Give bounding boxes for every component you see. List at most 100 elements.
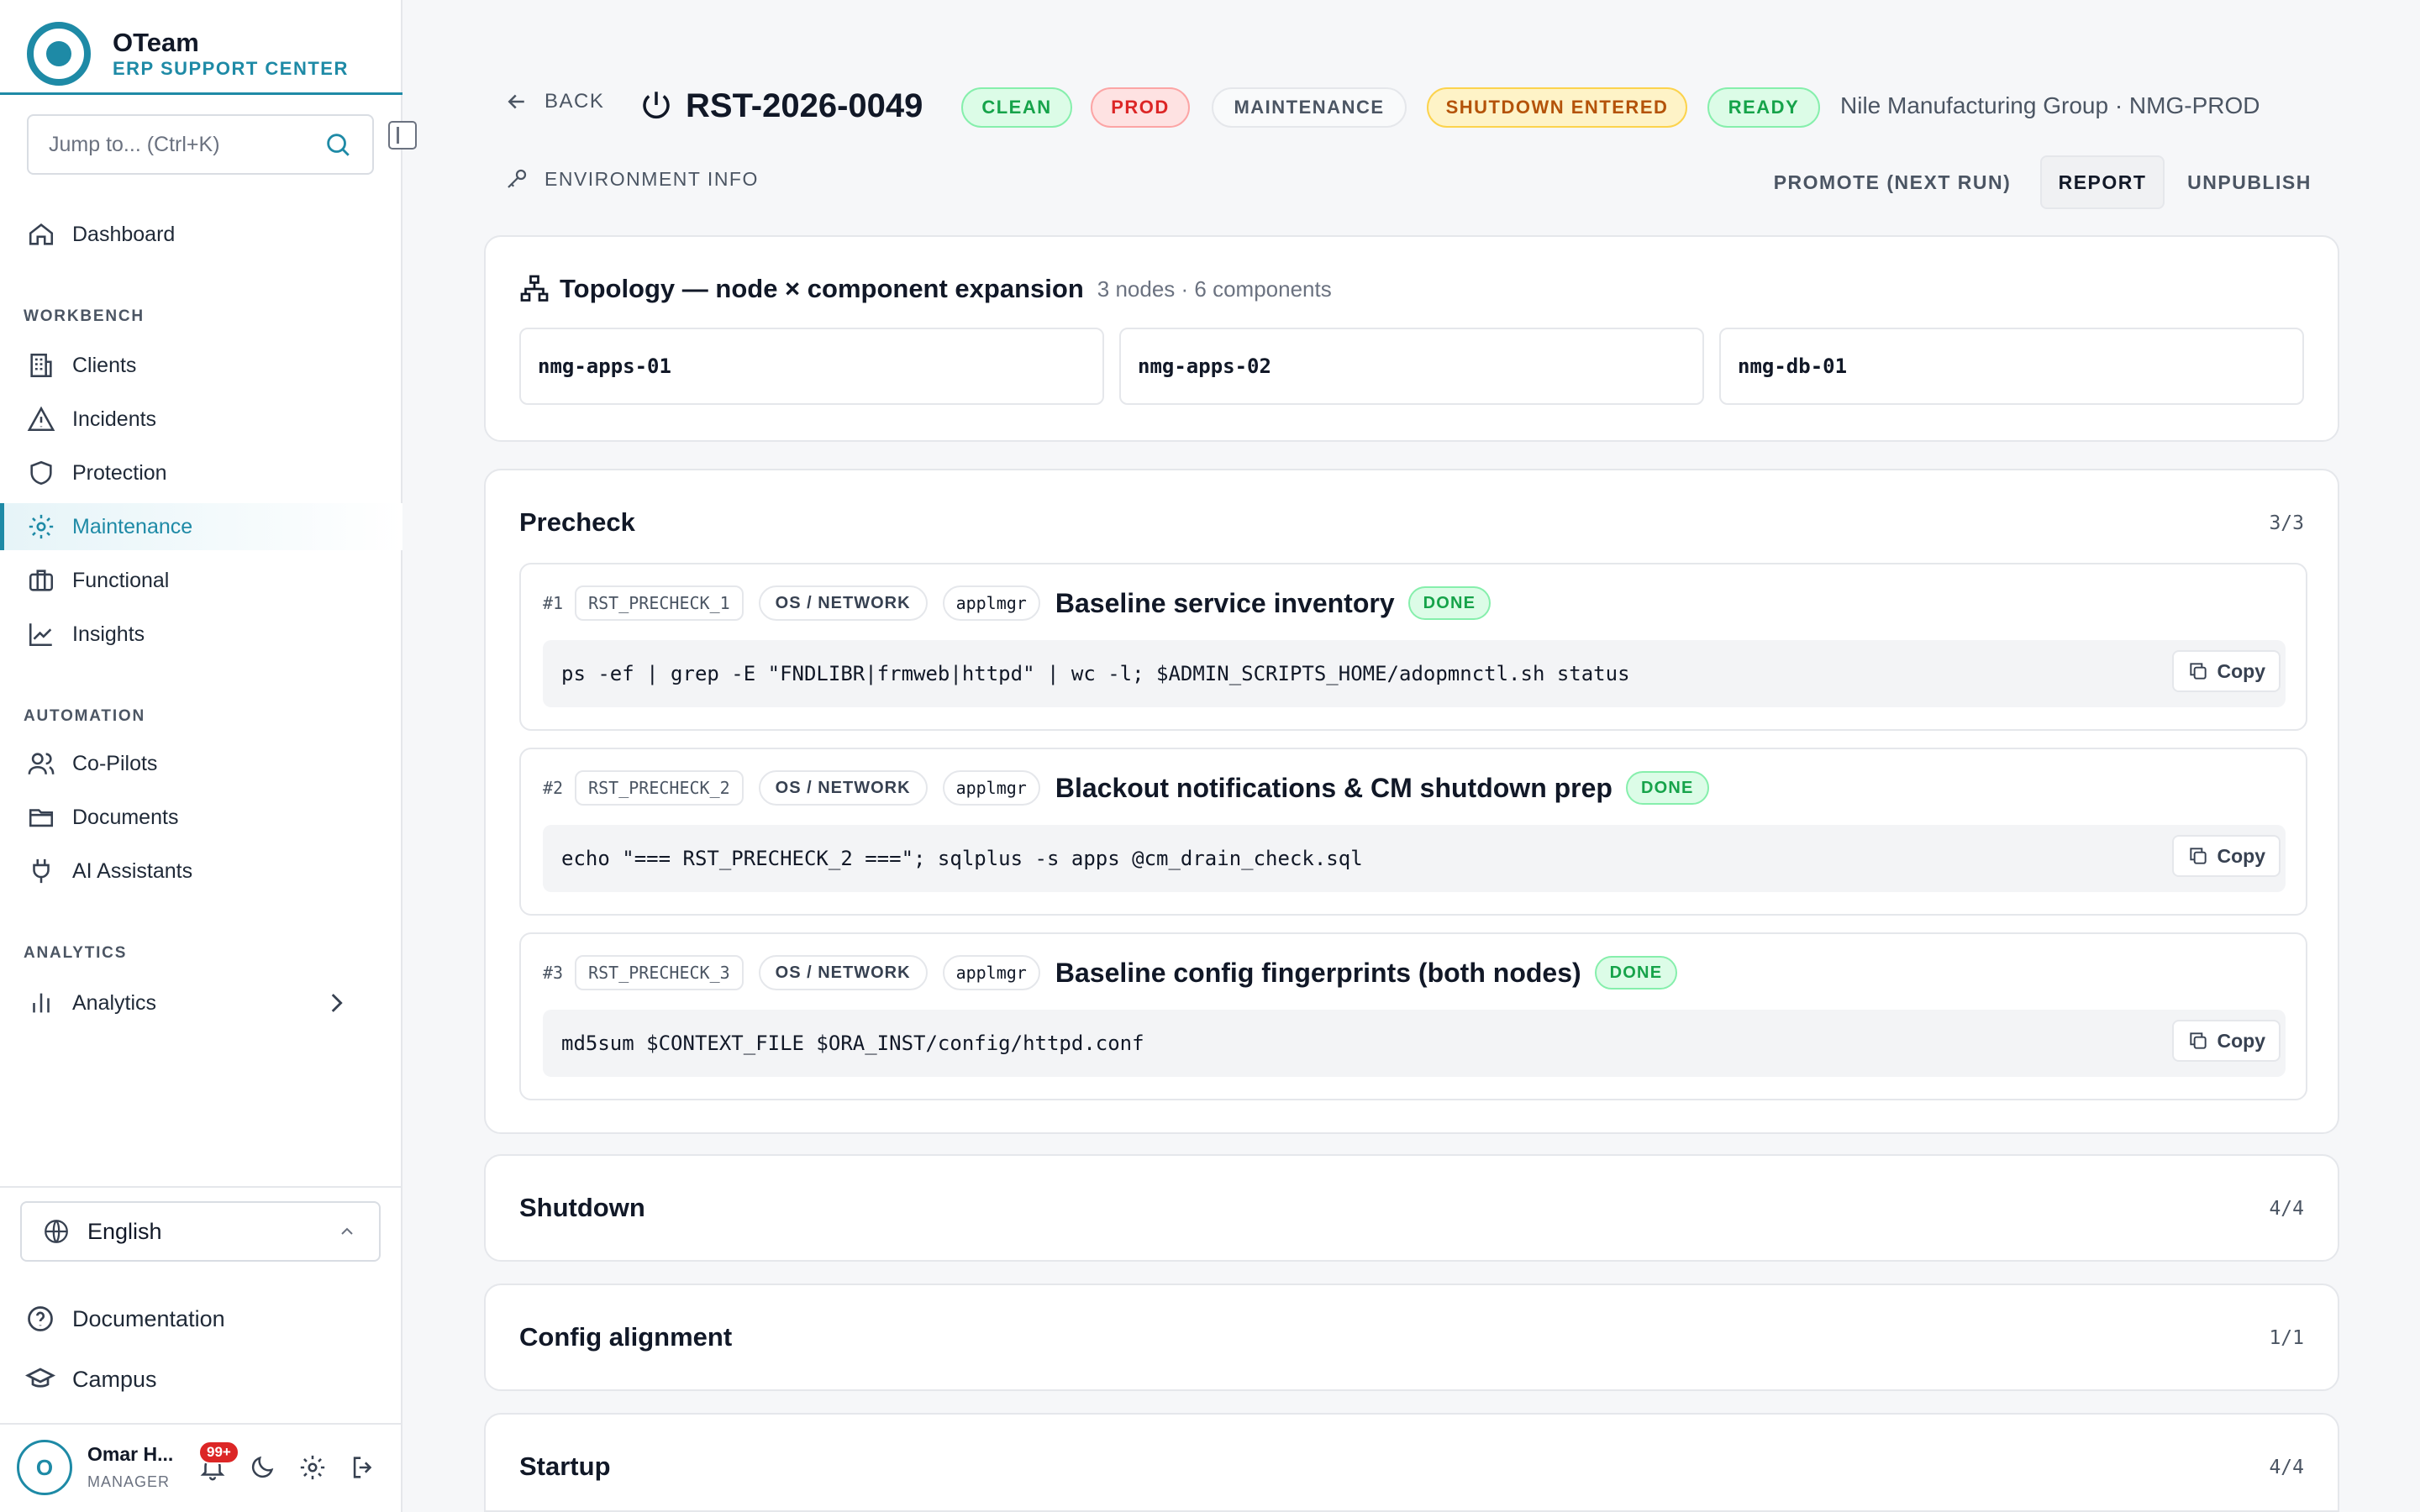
avatar[interactable]: O [17,1440,72,1495]
topology-count: 3 nodes · 6 components [1097,276,1332,302]
section-automation: AUTOMATION [24,707,146,725]
step-code: RST_PRECHECK_2 [575,770,744,806]
line-chart-icon [29,623,52,647]
section-title: Shutdown [519,1193,645,1222]
campus-link[interactable]: Campus [25,1356,157,1403]
step-card: #2 RST_PRECHECK_2 OS / NETWORK applmgr B… [519,748,2307,916]
section-title: Startup [519,1452,611,1481]
environment-info-button[interactable]: ENVIRONMENT INFO [504,166,759,192]
step-code: RST_PRECHECK_3 [575,955,744,990]
folder-icon [29,809,54,827]
logout-icon[interactable] [349,1453,377,1482]
copy-icon [2189,663,2207,680]
status-badge-maintenance: MAINTENANCE [1212,87,1407,128]
sidebar-item-ai-assistants[interactable]: AI Assistants [0,848,402,895]
command-block: ps -ef | grep -E "FNDLIBR|frmweb|httpd" … [543,640,2286,707]
step-user: applmgr [942,955,1040,990]
startup-section[interactable]: Startup 4/4 [484,1413,2339,1512]
copy-button[interactable]: Copy [2171,650,2281,692]
sidebar-item-label: Analytics [72,990,157,1015]
config-alignment-section[interactable]: Config alignment 1/1 [484,1284,2339,1391]
sidebar-item-co-pilots[interactable]: Co-Pilots [0,740,402,787]
documentation-link[interactable]: Documentation [25,1295,225,1342]
chevron-right-icon [331,994,343,1012]
copy-button[interactable]: Copy [2171,1020,2281,1062]
back-label: BACK [544,90,605,113]
power-icon [643,92,670,119]
brand-name: OTeam [113,28,199,57]
sidebar-item-maintenance[interactable]: Maintenance [0,503,402,550]
sidebar-item-analytics[interactable]: Analytics [0,979,402,1026]
command-block: md5sum $CONTEXT_FILE $ORA_INST/config/ht… [543,1010,2286,1077]
step-title: Baseline service inventory [1055,587,1395,618]
sidebar: OTeam ERP SUPPORT CENTER Jump to... (Ctr… [0,0,417,1512]
briefcase-icon [29,570,54,591]
environment-info-label: ENVIRONMENT INFO [544,167,759,190]
sidebar-item-dashboard[interactable]: Dashboard [0,211,402,258]
sidebar-item-label: Functional [72,568,170,592]
search-icon [327,134,350,156]
network-icon [520,275,549,302]
graduation-cap-icon [25,1368,55,1388]
promote-button[interactable]: PROMOTE (NEXT RUN) [1766,155,2018,209]
brand-divider [0,92,402,95]
shield-icon [30,460,52,486]
status-badge-shutdown-entered: SHUTDOWN ENTERED [1427,87,1687,128]
sidebar-item-label: Documents [72,805,179,829]
documentation-label: Documentation [72,1305,225,1331]
plug-icon [33,858,50,884]
step-card: #3 RST_PRECHECK_3 OS / NETWORK applmgr B… [519,932,2307,1100]
client-label: Nile Manufacturing Group · NMG-PROD [1840,92,2260,118]
sidebar-item-documents[interactable]: Documents [0,794,402,841]
warning-icon [27,406,55,432]
globe-icon [45,1220,68,1243]
status-badge-prod: PROD [1091,87,1190,128]
gear-icon [29,514,54,539]
shutdown-section[interactable]: Shutdown 4/4 [484,1154,2339,1262]
step-category: OS / NETWORK [758,770,928,806]
step-category: OS / NETWORK [758,955,928,990]
node-card[interactable]: nmg-apps-01 [519,328,1104,405]
command-block: echo "=== RST_PRECHECK_2 ==="; sqlplus -… [543,825,2286,892]
step-number: #3 [543,963,564,983]
sidebar-item-label: Clients [72,353,137,377]
step-card: #1 RST_PRECHECK_1 OS / NETWORK applmgr B… [519,563,2307,731]
section-title[interactable]: Precheck [519,507,635,538]
node-card[interactable]: nmg-apps-02 [1119,328,1704,405]
page-title: RST-2026-0049 [686,87,923,124]
sidebar-item-insights[interactable]: Insights [0,611,402,658]
node-card[interactable]: nmg-db-01 [1719,328,2304,405]
sidebar-item-label: Maintenance [72,514,193,538]
sidebar-item-label: Co-Pilots [72,751,158,775]
back-button[interactable]: BACK [504,89,604,114]
sidebar-item-label: Incidents [72,407,157,431]
copy-button[interactable]: Copy [2171,835,2281,877]
status-badge-done: DONE [1407,586,1491,620]
language-value: English [87,1218,162,1244]
copy-icon [2189,848,2207,864]
section-analytics: ANALYTICS [24,944,128,962]
step-category: OS / NETWORK [758,585,928,621]
unpublish-button[interactable]: UNPUBLISH [2186,155,2312,209]
precheck-section: Precheck 3/3 #1 RST_PRECHECK_1 OS / NETW… [484,469,2339,1134]
help-circle-icon [28,1306,53,1331]
copy-label: Copy [2217,1029,2266,1052]
report-button[interactable]: REPORT [2040,155,2165,209]
sidebar-item-label: Dashboard [72,222,176,246]
sidebar-item-clients[interactable]: Clients [0,342,402,389]
status-badge-ready: READY [1707,87,1820,128]
moon-icon[interactable] [248,1453,276,1482]
status-badge-done: DONE [1594,956,1678,990]
language-select[interactable]: English [20,1201,381,1262]
sidebar-item-protection[interactable]: Protection [0,449,402,496]
search-input[interactable]: Jump to... (Ctrl+K) [27,114,374,175]
sidebar-item-incidents[interactable]: Incidents [0,396,402,443]
brand[interactable]: OTeam ERP SUPPORT CENTER [27,15,349,92]
topology-card: Topology — node × component expansion 3 … [484,235,2339,442]
sidebar-item-functional[interactable]: Functional [0,557,402,604]
brand-logo [27,22,91,86]
divider [0,1423,402,1425]
section-count: 1/1 [2269,1327,2304,1349]
step-code: RST_PRECHECK_1 [575,585,744,621]
settings-icon[interactable] [298,1453,327,1482]
